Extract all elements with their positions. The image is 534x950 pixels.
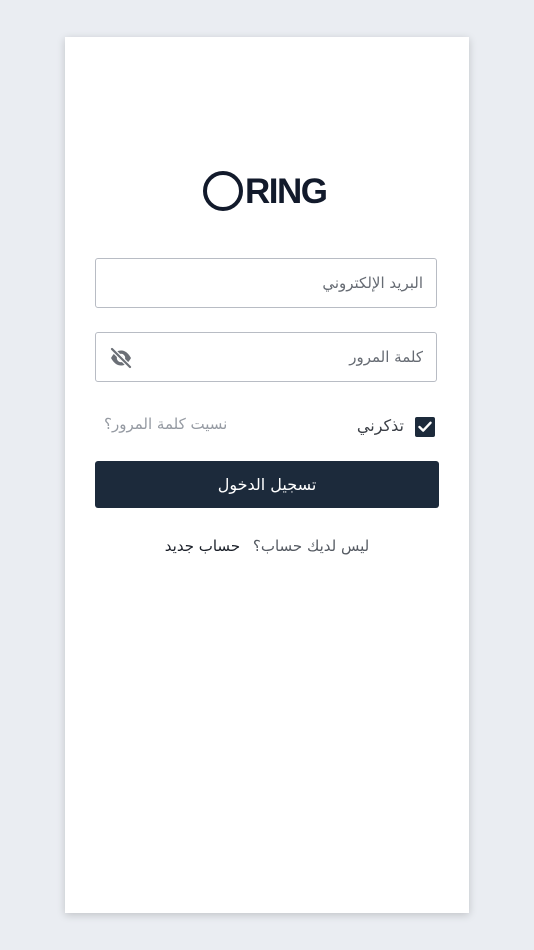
remember-label[interactable]: تذكرني [357,416,404,435]
login-card: RING تذكرني نسيت كلمة المرور؟ تسجيل الدخ… [65,37,469,913]
forgot-password-link[interactable]: نسيت كلمة المرور؟ [104,415,227,433]
remember-row: تذكرني نسيت كلمة المرور؟ [95,412,437,442]
ring-logo-circle [203,171,243,211]
eye-off-icon[interactable] [109,346,133,370]
password-field[interactable] [95,332,437,382]
remember-checkbox[interactable] [415,417,435,437]
checkmark-icon [418,421,432,432]
signup-link[interactable]: حساب جديد [165,537,240,555]
signup-question: ليس لديك حساب؟ [252,537,370,555]
signup-row: ليس لديك حساب؟ حساب جديد [65,537,469,555]
ring-logo-text: RING [245,171,328,211]
ring-logo: RING [203,170,328,212]
password-input[interactable] [96,333,436,381]
email-field[interactable] [95,258,437,308]
email-input[interactable] [96,259,436,307]
login-button[interactable]: تسجيل الدخول [95,461,439,508]
